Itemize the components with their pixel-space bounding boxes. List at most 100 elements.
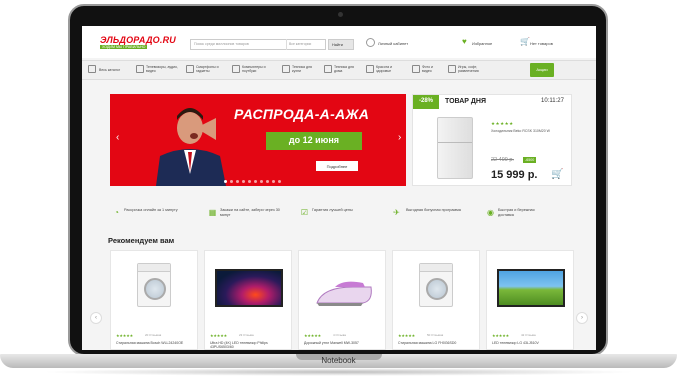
banner-next-icon[interactable]: › — [398, 132, 401, 143]
nav-item-photo[interactable]: Фото и видео — [422, 65, 442, 73]
pagination-dot[interactable] — [254, 180, 257, 183]
pagination-dot[interactable] — [278, 180, 281, 183]
promo-person-image — [150, 98, 232, 186]
pagination-dot[interactable] — [242, 180, 245, 183]
store-pickup-icon: ▦ — [208, 208, 217, 217]
product-card[interactable]: ★★★★★ 42 Отзыва LED телевизор LG 43LJ510… — [486, 250, 574, 350]
tv-icon — [136, 65, 144, 73]
iron-image — [316, 281, 372, 306]
product-name[interactable]: Дорожный утюг Maxwell MW-3057 — [304, 341, 384, 345]
favorites-link[interactable]: Избранное — [472, 41, 492, 46]
pagination-dot[interactable] — [266, 180, 269, 183]
product-name[interactable]: Стиральная машина Bosch WLL24240OE — [116, 341, 196, 345]
discount-badge: -28% — [413, 95, 439, 109]
pagination-dot[interactable] — [248, 180, 251, 183]
product-name[interactable]: Ultra HD (4K) LED телевизор Philips 43PU… — [210, 341, 290, 349]
user-icon[interactable] — [366, 38, 375, 47]
pagination-dot[interactable] — [260, 180, 263, 183]
gamepad-icon — [448, 65, 456, 73]
phone-icon — [186, 65, 194, 73]
nav-item-tv[interactable]: Телевизоры, аудио, видео — [146, 65, 180, 73]
search-button[interactable]: Найти — [328, 39, 354, 50]
best-price-icon: ☑ — [300, 208, 309, 217]
product-card[interactable]: ★★★★★ 50 Отзывов Стиральная машина LG FH… — [392, 250, 480, 350]
bonus-icon: ✈ — [393, 208, 400, 217]
nav-item-computers[interactable]: Компьютеры и ноутбуки — [242, 65, 276, 73]
cart-link[interactable]: Нет товаров — [530, 41, 553, 46]
deal-old-price: 22 499 р. — [491, 157, 514, 163]
nav-item-phones[interactable]: Смартфоны и гаджеты — [196, 65, 226, 73]
menu-icon[interactable] — [88, 65, 96, 73]
product-reviews[interactable]: 50 Отзывов — [427, 333, 443, 337]
installment-icon: ◔ — [114, 208, 119, 217]
deal-savings: -6500 — [523, 157, 537, 163]
deal-timer: 10:11:27 — [541, 98, 564, 104]
product-name[interactable]: Стиральная машина LG FH0G6SD0 — [398, 341, 478, 345]
pagination-dot[interactable] — [236, 180, 239, 183]
site-header: ЭЛЬДОРАДО.RU ХОДИМ МЫ ПРАВИЛЬНО Поиск ср… — [82, 26, 596, 58]
deal-title: ТОВАР ДНЯ — [445, 98, 486, 105]
feature-installment[interactable]: Рассрочка онлайн за 1 минуту — [124, 208, 180, 213]
product-card[interactable]: ★★★★★ 4 Отзыва Дорожный утюг Maxwell MW-… — [298, 250, 386, 350]
banner-pagination — [224, 180, 281, 183]
sale-label: Акции — [536, 67, 548, 72]
laptop-shadow — [40, 368, 637, 376]
camera-category-icon — [412, 65, 420, 73]
recommend-title: Рекомендуем вам — [108, 236, 175, 245]
banner-date: до 12 июня — [266, 132, 362, 150]
fridge-image — [437, 117, 473, 179]
feature-pickup[interactable]: Закажи на сайте, забери через 30 минут — [220, 208, 288, 218]
screen: ЭЛЬДОРАДО.RU ХОДИМ МЫ ПРАВИЛЬНО Поиск ср… — [82, 26, 596, 350]
site-logo[interactable]: ЭЛЬДОРАДО.RU — [100, 35, 176, 45]
washing-machine-image — [137, 263, 171, 307]
nav-item-kitchen[interactable]: Техника для кухни — [292, 65, 318, 73]
banner-prev-icon[interactable]: ‹ — [116, 132, 119, 143]
pagination-dot[interactable] — [230, 180, 233, 183]
cart-icon[interactable]: 🛒 — [520, 38, 530, 46]
product-card[interactable]: ★★★★★ 23 Отзыва Ultra HD (4K) LED телеви… — [204, 250, 292, 350]
product-reviews[interactable]: 20 Отзывов — [145, 333, 161, 337]
add-to-cart-icon[interactable]: 🛒 — [551, 169, 563, 180]
nav-catalog[interactable]: Весь каталог — [99, 68, 120, 72]
carousel-prev-icon[interactable]: ‹ — [90, 312, 102, 324]
logo-tagline: ХОДИМ МЫ ПРАВИЛЬНО — [100, 45, 148, 49]
hairdryer-icon — [366, 65, 374, 73]
banner-details-button[interactable]: Подробнее — [316, 161, 358, 171]
feature-delivery[interactable]: Быстрая и бережная доставка — [498, 208, 548, 218]
account-link[interactable]: Личный кабинет — [378, 41, 408, 46]
product-reviews[interactable]: 4 Отзыва — [333, 333, 346, 337]
nav-item-games[interactable]: Игры, софт, развлечения — [458, 65, 496, 73]
pagination-dot[interactable] — [272, 180, 275, 183]
nav-item-beauty[interactable]: Красота и здоровье — [376, 65, 406, 73]
search-category-select[interactable]: Все категории — [286, 39, 326, 50]
feature-bonus[interactable]: Выгодная бонусная программа — [406, 208, 466, 213]
device-label: Notebook — [321, 356, 356, 365]
product-reviews[interactable]: 42 Отзыва — [521, 333, 536, 337]
promo-banner[interactable]: РАСПРОДА-А-АЖА до 12 июня Подробнее ‹ — [110, 94, 406, 186]
feature-best-price[interactable]: Гарантия лучшей цены — [312, 208, 362, 213]
deal-product-name[interactable]: Холодильник Beko RCSK 310M20 W — [491, 129, 567, 133]
product-reviews[interactable]: 23 Отзыва — [239, 333, 254, 337]
laptop-icon — [232, 65, 240, 73]
delivery-icon: ◉ — [487, 208, 494, 217]
tv-image — [497, 269, 565, 307]
product-rating: ★★★★★ — [492, 334, 510, 338]
heart-icon[interactable]: ♥ — [462, 38, 470, 46]
category-nav: Весь каталог Телевизоры, аудио, видео См… — [82, 60, 596, 80]
laptop-mockup: ЭЛЬДОРАДО.RU ХОДИМ МЫ ПРАВИЛЬНО Поиск ср… — [0, 0, 677, 388]
nav-item-home[interactable]: Техника для дома — [334, 65, 360, 73]
kitchen-icon — [282, 65, 290, 73]
product-rating: ★★★★★ — [116, 334, 134, 338]
banner-title: РАСПРОДА-А-АЖА — [234, 106, 370, 122]
carousel-next-icon[interactable]: › — [576, 312, 588, 324]
pagination-dot[interactable] — [224, 180, 227, 183]
product-rating: ★★★★★ — [304, 334, 322, 338]
product-rating: ★★★★★ — [210, 334, 228, 338]
home-appliance-icon — [324, 65, 332, 73]
deal-price: 15 999 р. — [491, 169, 538, 181]
deal-of-day[interactable]: -28% ТОВАР ДНЯ 10:11:27 ★★★★★ Холодильни… — [412, 94, 572, 186]
product-card[interactable]: ★★★★★ 20 Отзывов Стиральная машина Bosch… — [110, 250, 198, 350]
sale-button[interactable]: Акции — [530, 63, 554, 77]
product-name[interactable]: LED телевизор LG 43LJ510V — [492, 341, 572, 345]
camera-icon — [338, 12, 343, 17]
